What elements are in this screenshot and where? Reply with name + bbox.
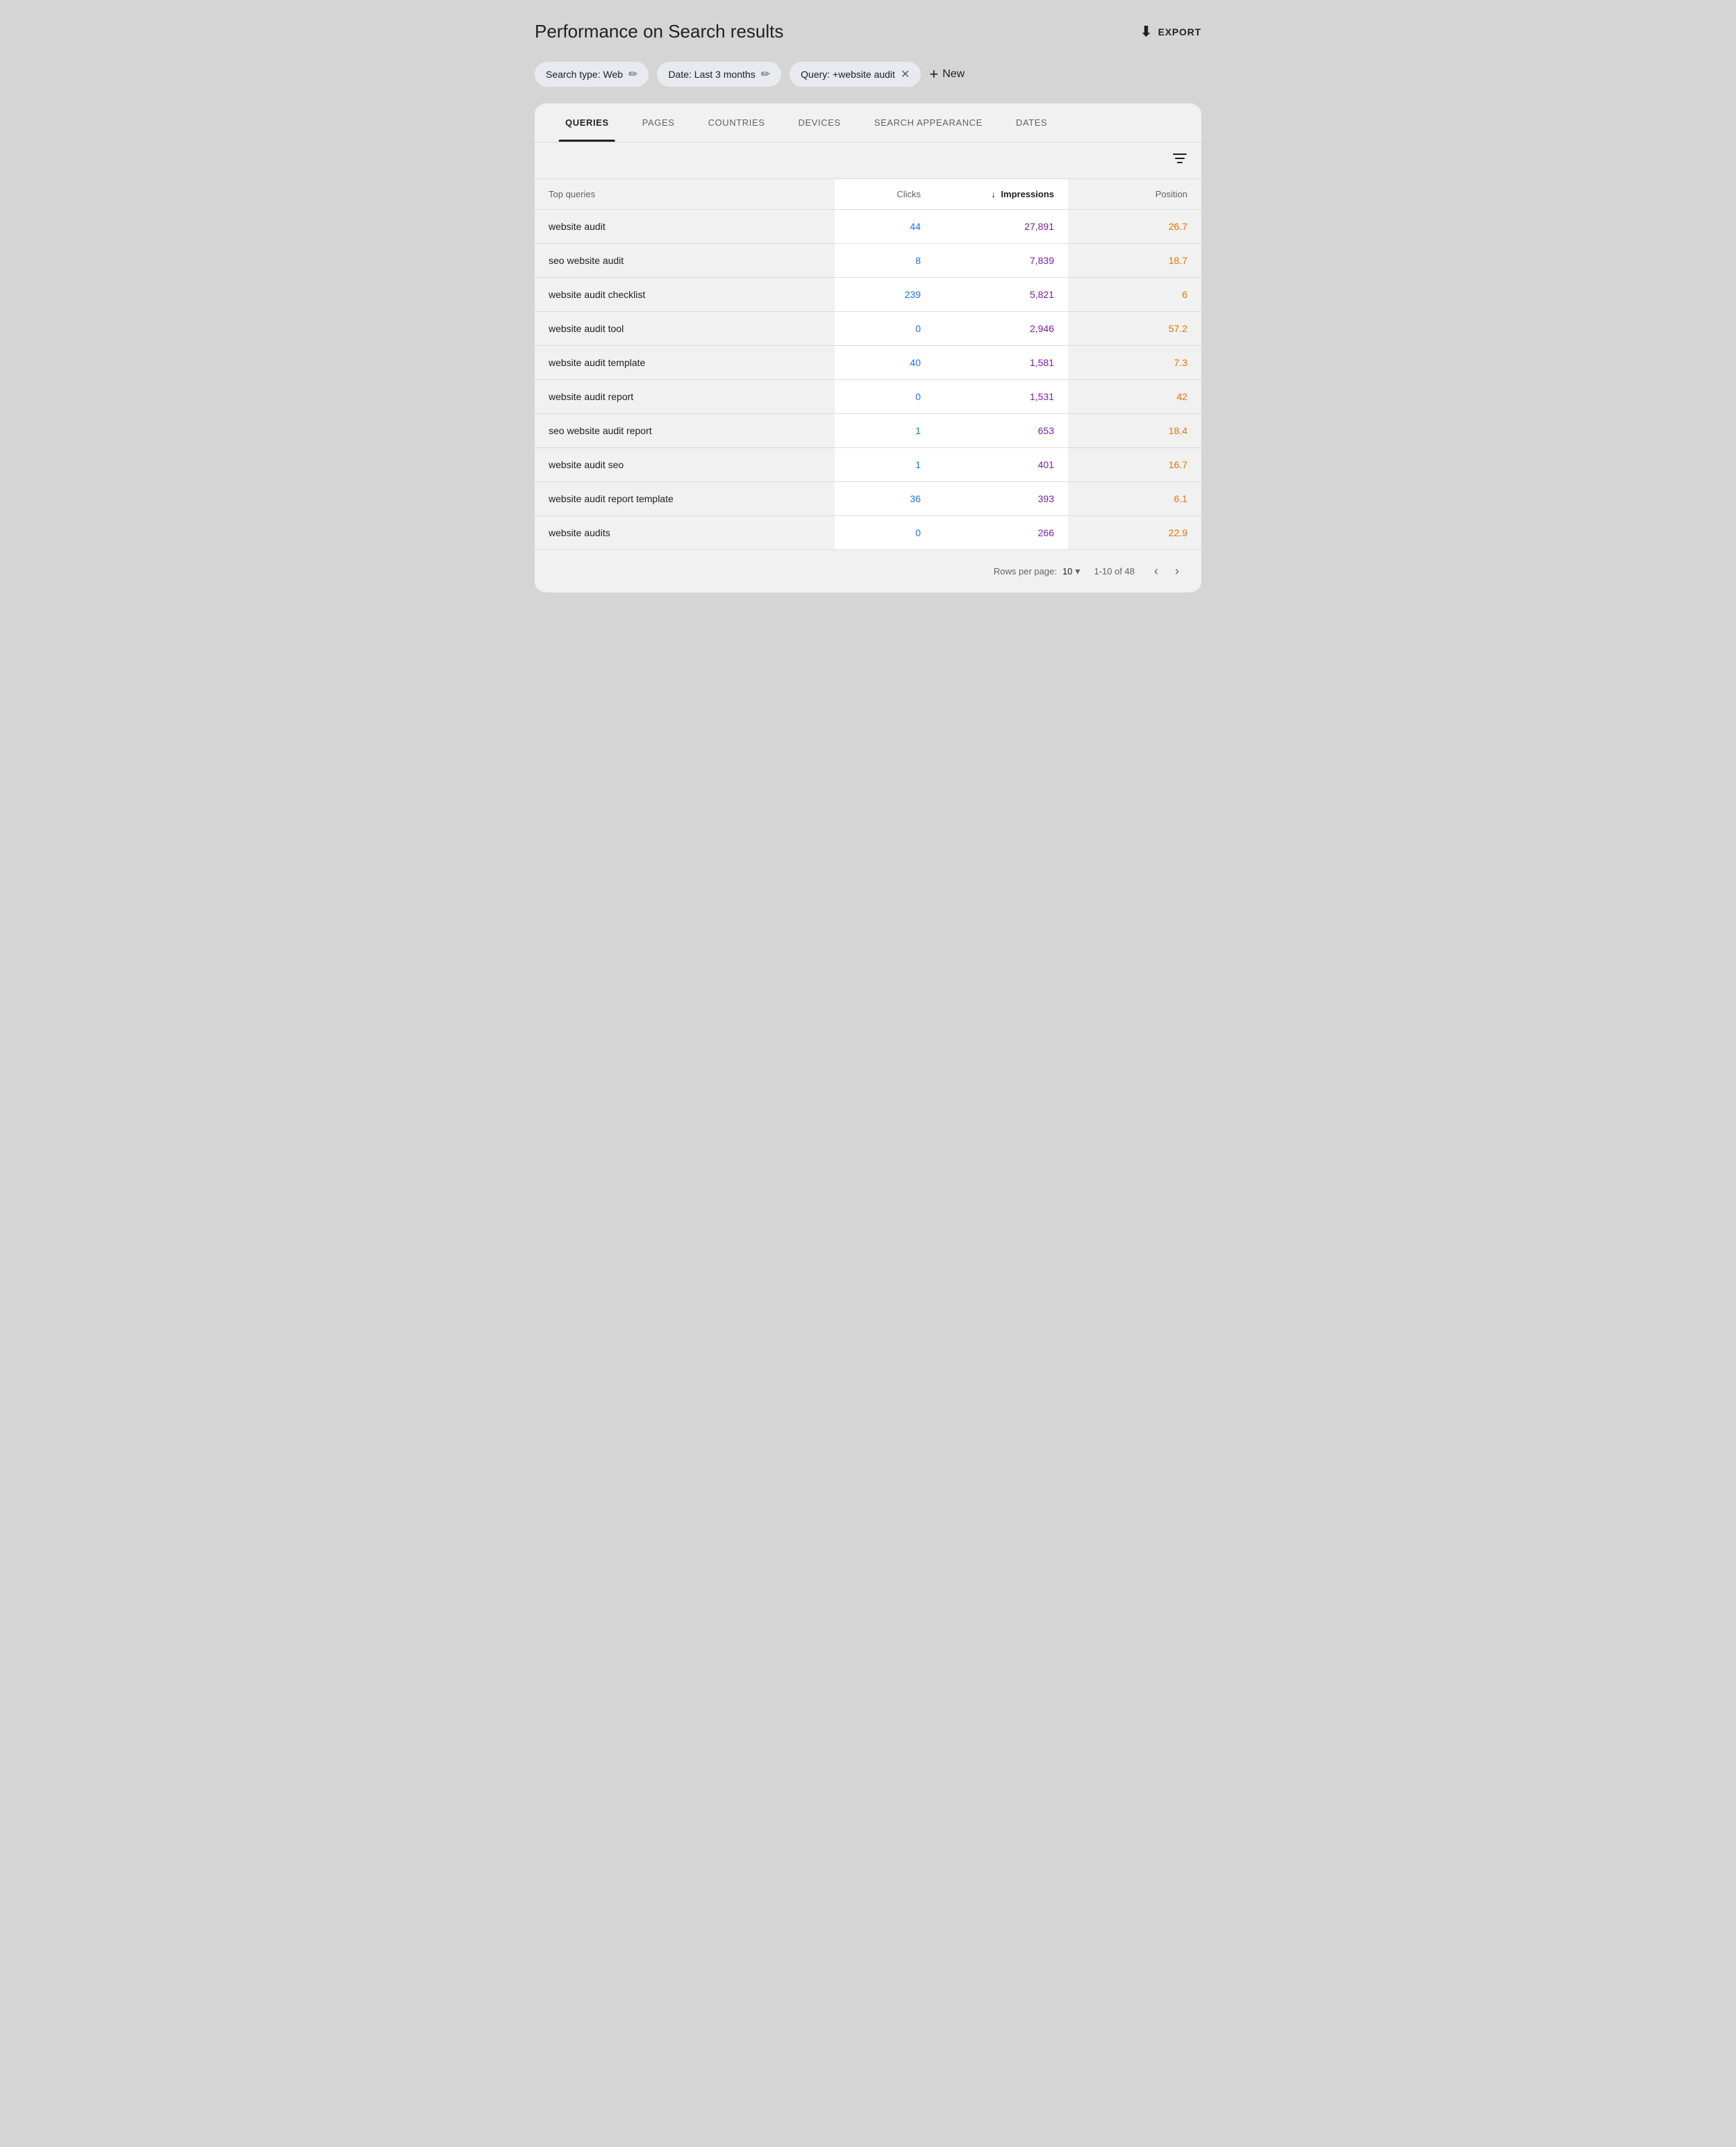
cell-position: 18.4 <box>1068 414 1201 448</box>
cell-position: 18.7 <box>1068 244 1201 278</box>
rows-per-page-value: 10 <box>1062 566 1072 577</box>
cell-clicks: 8 <box>835 244 935 278</box>
chevron-down-icon: ▾ <box>1075 565 1080 577</box>
search-type-filter[interactable]: Search type: Web ✏ <box>535 62 649 87</box>
cell-impressions: 27,891 <box>935 210 1068 244</box>
cell-clicks: 239 <box>835 278 935 312</box>
cell-query: website audit seo <box>535 448 835 482</box>
cell-clicks: 40 <box>835 346 935 380</box>
tab-countries[interactable]: COUNTRIES <box>692 103 782 142</box>
tab-pages[interactable]: PAGES <box>626 103 692 142</box>
page-navigation: ‹ › <box>1149 561 1185 581</box>
query-filter[interactable]: Query: +website audit ✕ <box>790 62 921 87</box>
cell-position: 7.3 <box>1068 346 1201 380</box>
cell-query: seo website audit report <box>535 414 835 448</box>
cell-impressions: 401 <box>935 448 1068 482</box>
table-row: website audit checklist2395,8216 <box>535 278 1201 312</box>
search-type-label: Search type: Web <box>546 69 623 80</box>
cell-clicks: 0 <box>835 312 935 346</box>
rows-per-page-select[interactable]: 10 ▾ <box>1062 565 1080 577</box>
date-filter[interactable]: Date: Last 3 months ✏ <box>657 62 781 87</box>
col-header-position[interactable]: Position <box>1068 179 1201 210</box>
table-row: website audit report template363936.1 <box>535 482 1201 516</box>
cell-impressions: 5,821 <box>935 278 1068 312</box>
tab-queries[interactable]: QUERIES <box>549 103 626 142</box>
cell-query: website audits <box>535 516 835 550</box>
export-label: EXPORT <box>1158 26 1201 38</box>
table-row: website audit4427,89126.7 <box>535 210 1201 244</box>
cell-impressions: 266 <box>935 516 1068 550</box>
cell-impressions: 393 <box>935 482 1068 516</box>
pagination-row: Rows per page: 10 ▾ 1-10 of 48 ‹ › <box>535 549 1201 592</box>
table-toolbar <box>535 142 1201 179</box>
cell-clicks: 44 <box>835 210 935 244</box>
cell-clicks: 1 <box>835 448 935 482</box>
col-header-impressions[interactable]: ↓ Impressions <box>935 179 1068 210</box>
col-header-query: Top queries <box>535 179 835 210</box>
cell-position: 6.1 <box>1068 482 1201 516</box>
table-row: website audit report01,53142 <box>535 380 1201 414</box>
cell-query: website audit <box>535 210 835 244</box>
cell-position: 42 <box>1068 380 1201 414</box>
export-icon: ⬇ <box>1140 23 1153 40</box>
table-row: website audit template401,5817.3 <box>535 346 1201 380</box>
data-table: Top queries Clicks ↓ Impressions Positio… <box>535 179 1201 549</box>
page-info: 1-10 of 48 <box>1094 566 1135 577</box>
table-row: seo website audit report165318.4 <box>535 414 1201 448</box>
date-label: Date: Last 3 months <box>668 69 755 80</box>
new-filter-button[interactable]: + New <box>929 65 965 83</box>
sort-down-icon: ↓ <box>991 189 996 199</box>
table-row: website audit tool02,94657.2 <box>535 312 1201 346</box>
cell-impressions: 7,839 <box>935 244 1068 278</box>
cell-impressions: 1,581 <box>935 346 1068 380</box>
cell-clicks: 1 <box>835 414 935 448</box>
main-card: QUERIES PAGES COUNTRIES DEVICES SEARCH A… <box>535 103 1201 592</box>
prev-page-button[interactable]: ‹ <box>1149 561 1164 581</box>
cell-clicks: 0 <box>835 380 935 414</box>
cell-position: 26.7 <box>1068 210 1201 244</box>
tab-dates[interactable]: DATES <box>999 103 1064 142</box>
cell-query: website audit tool <box>535 312 835 346</box>
cell-impressions: 653 <box>935 414 1068 448</box>
cell-position: 6 <box>1068 278 1201 312</box>
cell-query: website audit report <box>535 380 835 414</box>
filters-row: Search type: Web ✏ Date: Last 3 months ✏… <box>535 62 1201 87</box>
page-title: Performance on Search results <box>535 21 783 42</box>
tab-devices[interactable]: DEVICES <box>782 103 858 142</box>
new-label: New <box>942 68 965 81</box>
page-header: Performance on Search results ⬇ EXPORT <box>535 21 1201 42</box>
next-page-button[interactable]: › <box>1169 561 1185 581</box>
cell-position: 16.7 <box>1068 448 1201 482</box>
cell-impressions: 1,531 <box>935 380 1068 414</box>
close-icon[interactable]: ✕ <box>901 67 910 81</box>
rows-per-page-label: Rows per page: <box>994 566 1057 577</box>
cell-query: seo website audit <box>535 244 835 278</box>
cell-impressions: 2,946 <box>935 312 1068 346</box>
table-row: seo website audit87,83918.7 <box>535 244 1201 278</box>
query-label: Query: +website audit <box>801 69 895 80</box>
cell-position: 22.9 <box>1068 516 1201 550</box>
column-filter-button[interactable] <box>1172 152 1187 169</box>
main-container: Performance on Search results ⬇ EXPORT S… <box>535 21 1201 2126</box>
cell-query: website audit checklist <box>535 278 835 312</box>
cell-position: 57.2 <box>1068 312 1201 346</box>
table-row: website audits026622.9 <box>535 516 1201 550</box>
cell-query: website audit template <box>535 346 835 380</box>
cell-clicks: 36 <box>835 482 935 516</box>
cell-clicks: 0 <box>835 516 935 550</box>
table-row: website audit seo140116.7 <box>535 448 1201 482</box>
plus-icon: + <box>929 65 938 83</box>
tab-search-appearance[interactable]: SEARCH APPEARANCE <box>858 103 999 142</box>
col-header-clicks[interactable]: Clicks <box>835 179 935 210</box>
edit-icon: ✏ <box>628 67 637 81</box>
export-button[interactable]: ⬇ EXPORT <box>1140 23 1201 40</box>
edit-icon: ✏ <box>761 67 770 81</box>
cell-query: website audit report template <box>535 482 835 516</box>
rows-per-page: Rows per page: 10 ▾ <box>994 565 1080 577</box>
tabs-row: QUERIES PAGES COUNTRIES DEVICES SEARCH A… <box>535 103 1201 142</box>
